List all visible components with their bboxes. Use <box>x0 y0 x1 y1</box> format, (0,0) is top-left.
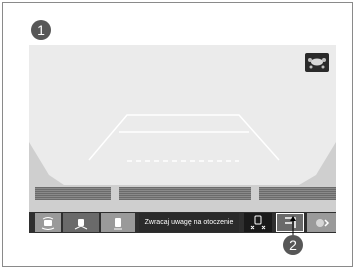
side-view-button[interactable] <box>63 213 99 232</box>
sensor-strip-right <box>259 187 336 200</box>
car-distance-icon <box>250 215 266 229</box>
rear-sensor-icon <box>114 217 122 229</box>
sensor-strip-center <box>119 187 251 200</box>
rear-sensor-button[interactable] <box>101 213 135 232</box>
caution-message: Zwracaj uwagę na otoczenie <box>139 213 239 232</box>
parking-guidelines <box>88 114 280 162</box>
front-sensor-button[interactable] <box>35 213 61 232</box>
camera-view-icon <box>308 58 326 69</box>
car-distance-button[interactable] <box>244 213 272 232</box>
front-sensor-icon <box>41 216 55 230</box>
figure-frame: 1 Zwracaj uwagę na otoczenie 2 <box>2 2 353 267</box>
callout-2: 2 <box>283 235 303 255</box>
sensor-strip-left <box>35 187 111 200</box>
callout-1: 1 <box>31 20 51 40</box>
camera-view-button[interactable] <box>305 53 329 72</box>
camera-switch-icon <box>315 218 329 227</box>
camera-view <box>29 114 336 233</box>
camera-switch-button[interactable] <box>307 213 336 232</box>
rear-camera-screen: Zwracaj uwagę na otoczenie <box>29 45 336 233</box>
side-view-icon <box>74 218 88 229</box>
